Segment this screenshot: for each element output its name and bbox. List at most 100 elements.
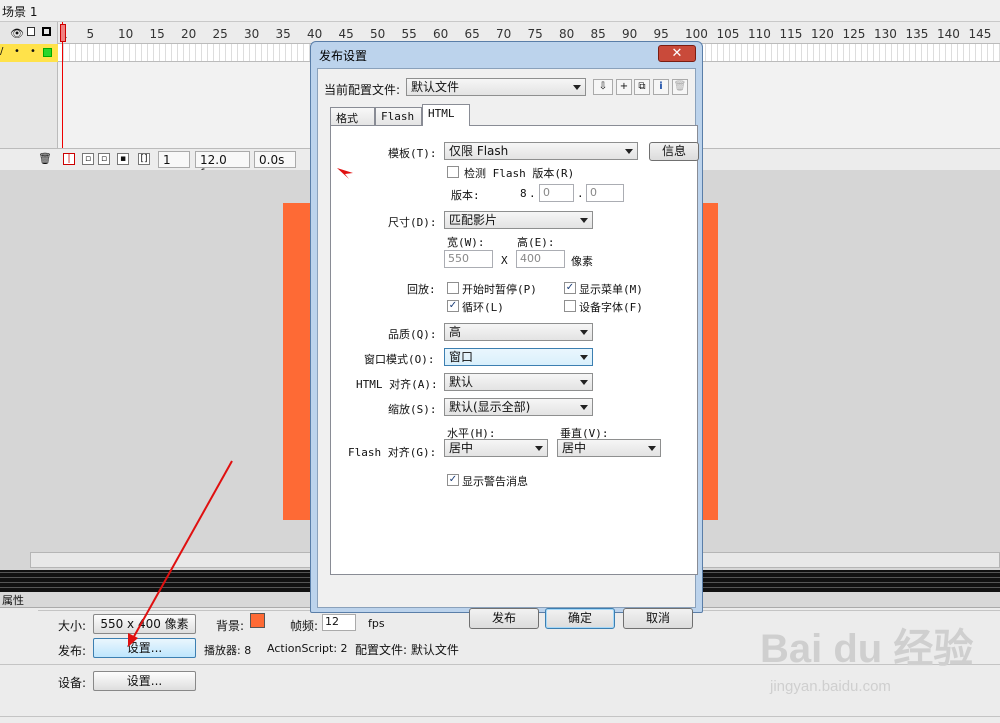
show-menu-checkbox[interactable]: ✓ xyxy=(564,282,576,294)
size-label: 大小: xyxy=(58,619,87,633)
ruler-tick-label: 45 xyxy=(338,27,354,41)
profile-select[interactable]: 默认文件 xyxy=(406,78,586,96)
height-label: 高(E): xyxy=(517,236,555,249)
ruler-tick-label: 60 xyxy=(433,27,449,41)
ruler-tick-label: 100 xyxy=(685,27,708,41)
ruler-tick-label: 125 xyxy=(842,27,866,41)
import-export-icon[interactable]: ⇩ xyxy=(593,79,613,95)
width-label: 宽(W): xyxy=(447,236,485,249)
horizontal-align-select[interactable]: 居中 xyxy=(444,439,548,457)
ruler-tick-label: 140 xyxy=(937,27,960,41)
device-font-checkbox[interactable] xyxy=(564,300,576,312)
player-version: 播放器: 8 xyxy=(204,644,252,657)
dialog-body: 当前配置文件: 默认文件 ⇩ + ⧉ i 🗑 格式 Flash HTML 模板(… xyxy=(317,68,699,629)
ruler-tick-label: 110 xyxy=(748,27,771,41)
times-label: X xyxy=(501,254,508,267)
profile-label: 配置文件: 默认文件 xyxy=(355,643,459,657)
framerate-label: 帧频: xyxy=(290,619,319,633)
onion-skin-icon[interactable]: ▫ xyxy=(82,153,94,165)
ruler-tick-label: 85 xyxy=(590,27,606,41)
ruler-tick-label: 15 xyxy=(149,27,165,41)
version-minor-input[interactable]: 0 xyxy=(539,184,574,202)
ruler-tick-label: 90 xyxy=(622,27,638,41)
detect-version-checkbox[interactable] xyxy=(447,166,459,178)
ruler-tick-label: 35 xyxy=(275,27,291,41)
ruler-tick-label: 80 xyxy=(559,27,575,41)
profile-label: 当前配置文件: xyxy=(324,83,401,97)
size-button[interactable]: 550 x 400 像素 xyxy=(93,614,196,634)
scene-bar: 场景 1 xyxy=(0,0,1000,22)
scale-select[interactable]: 默认(显示全部) xyxy=(444,398,593,416)
show-menu-label: 显示菜单(M) xyxy=(579,283,643,296)
onion-outline-icon[interactable]: ▫ xyxy=(98,153,110,165)
visibility-dot[interactable]: • xyxy=(14,46,20,57)
center-frame-icon[interactable]: | xyxy=(63,153,75,165)
dimensions-select[interactable]: 匹配影片 xyxy=(444,211,593,229)
quality-label: 品质(Q): xyxy=(388,328,437,341)
ruler-tick-label: 20 xyxy=(181,27,197,41)
actionscript-version: ActionScript: 2 xyxy=(267,642,348,655)
layer-color-icon[interactable] xyxy=(43,48,52,57)
lock-dot[interactable]: • xyxy=(30,46,36,57)
device-settings-button[interactable]: 设置... xyxy=(93,671,196,691)
info-button[interactable]: 信息 xyxy=(649,142,699,161)
frame-rate[interactable]: 12.0 fps xyxy=(195,151,250,181)
trash-icon[interactable]: 🗑 xyxy=(38,152,52,165)
background-color-swatch[interactable] xyxy=(250,613,265,628)
ruler-tick-label: 145 xyxy=(968,27,992,41)
edit-frames-icon[interactable]: ▪ xyxy=(117,153,129,165)
duplicate-profile-icon[interactable]: ⧉ xyxy=(634,79,650,95)
eye-icon[interactable]: 👁 xyxy=(10,27,24,40)
ruler-tick-label: 55 xyxy=(401,27,417,41)
red-pointer-arrow xyxy=(337,168,353,179)
device-label: 设备: xyxy=(58,676,87,690)
framerate-input[interactable]: 12 xyxy=(322,614,356,631)
detect-version-label: 检测 Flash 版本(R) xyxy=(464,167,575,180)
playback-label: 回放: xyxy=(407,283,436,296)
tab-flash[interactable]: Flash xyxy=(375,107,422,125)
ruler-tick-label: 70 xyxy=(496,27,512,41)
delete-profile-icon[interactable]: 🗑 xyxy=(672,79,688,95)
publish-label: 发布: xyxy=(58,644,87,658)
quality-select[interactable]: 高 xyxy=(444,323,593,341)
add-profile-icon[interactable]: + xyxy=(616,79,632,95)
fps-unit: fps xyxy=(368,617,385,630)
publish-button[interactable]: 发布 xyxy=(469,608,539,629)
ruler-tick-label: 130 xyxy=(874,27,897,41)
loop-checkbox[interactable]: ✓ xyxy=(447,300,459,312)
elapsed-time: 0.0s xyxy=(254,151,296,168)
template-select[interactable]: 仅限 Flash xyxy=(444,142,638,160)
close-button[interactable]: ✕ xyxy=(658,45,696,62)
pixels-label: 像素 xyxy=(571,255,593,268)
width-input[interactable]: 550 xyxy=(444,250,493,268)
tab-html[interactable]: HTML xyxy=(422,104,470,126)
loop-label: 循环(L) xyxy=(462,301,504,314)
height-input[interactable]: 400 xyxy=(516,250,565,268)
current-frame: 1 xyxy=(158,151,190,168)
pause-start-checkbox[interactable] xyxy=(447,282,459,294)
scene-title: 场景 1 xyxy=(2,5,38,19)
version-major: 8 xyxy=(520,187,527,200)
window-mode-select[interactable]: 窗口 xyxy=(444,348,593,366)
cancel-button[interactable]: 取消 xyxy=(623,608,693,629)
background-label: 背景: xyxy=(216,619,245,633)
ruler-tick-label: 115 xyxy=(779,27,803,41)
template-label: 模板(T): xyxy=(388,147,437,160)
layer-row[interactable]: / • • xyxy=(0,44,58,62)
version-revision-input[interactable]: 0 xyxy=(586,184,624,202)
show-warnings-checkbox[interactable]: ✓ xyxy=(447,474,459,486)
ruler-tick-label: 30 xyxy=(244,27,260,41)
tab-formats[interactable]: 格式 xyxy=(330,107,375,125)
info-profile-icon[interactable]: i xyxy=(653,79,669,95)
scale-label: 缩放(S): xyxy=(388,403,437,416)
ruler-tick-label: 10 xyxy=(118,27,134,41)
vertical-align-select[interactable]: 居中 xyxy=(557,439,661,457)
publish-settings-button[interactable]: 设置... xyxy=(93,638,196,658)
modify-markers-icon[interactable]: [] xyxy=(138,153,150,165)
version-label: 版本: xyxy=(451,189,480,202)
lock-icon[interactable] xyxy=(27,27,35,36)
html-align-select[interactable]: 默认 xyxy=(444,373,593,391)
outline-icon[interactable] xyxy=(42,27,51,36)
ok-button[interactable]: 确定 xyxy=(545,608,615,629)
show-warnings-label: 显示警告消息 xyxy=(462,475,528,488)
